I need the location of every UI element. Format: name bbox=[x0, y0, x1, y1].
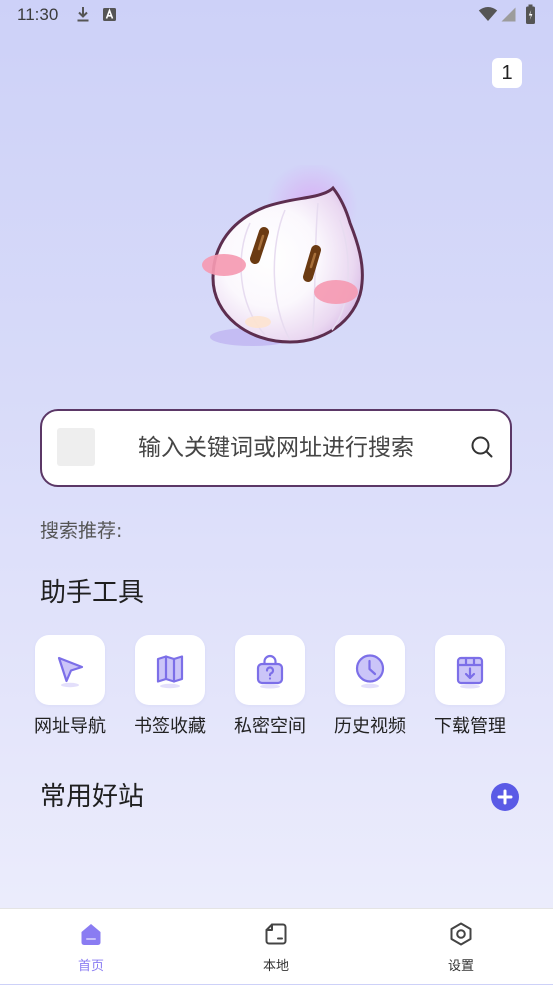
tool-download-manager[interactable]: 下载管理 bbox=[420, 635, 520, 741]
bookmark-map-icon bbox=[156, 655, 184, 689]
tool-card[interactable] bbox=[435, 635, 505, 705]
tab-count-button[interactable]: 1 bbox=[492, 58, 522, 88]
plus-circle-icon bbox=[497, 789, 513, 805]
battery-icon bbox=[526, 4, 535, 24]
favorites-section-title: 常用好站 bbox=[40, 782, 145, 812]
tool-label: 私密空间 bbox=[234, 716, 306, 737]
private-bag-icon bbox=[256, 654, 284, 689]
settings-icon bbox=[450, 922, 472, 946]
status-time: 11:30 bbox=[17, 5, 59, 24]
download-icon bbox=[77, 7, 89, 22]
search-icon[interactable] bbox=[470, 435, 494, 459]
tool-card[interactable] bbox=[35, 635, 105, 705]
status-bar: 11:30 bbox=[0, 0, 553, 30]
tool-card[interactable] bbox=[235, 635, 305, 705]
tool-private-space[interactable]: 私密空间 bbox=[220, 635, 320, 741]
nav-label: 首页 bbox=[77, 959, 104, 974]
onion-mascot-icon bbox=[202, 165, 364, 346]
tool-card[interactable] bbox=[335, 635, 405, 705]
signal-icon bbox=[501, 7, 516, 22]
clock-icon bbox=[355, 654, 385, 689]
a-notification-icon bbox=[103, 8, 116, 21]
add-site-button[interactable] bbox=[491, 783, 519, 811]
search-engine-logo[interactable] bbox=[57, 428, 95, 466]
tools-section-title: 助手工具 bbox=[40, 578, 145, 608]
tool-label: 下载管理 bbox=[434, 716, 506, 737]
nav-label: 设置 bbox=[447, 959, 474, 974]
wifi-icon bbox=[478, 7, 498, 21]
nav-item-settings[interactable]: 设置 bbox=[401, 909, 521, 985]
search-input[interactable] bbox=[110, 411, 442, 484]
nav-item-home[interactable]: 首页 bbox=[31, 909, 151, 985]
download-box-icon bbox=[456, 656, 484, 689]
tool-label: 网址导航 bbox=[34, 716, 106, 737]
tool-url-navigation[interactable]: 网址导航 bbox=[20, 635, 120, 741]
tool-label: 书签收藏 bbox=[134, 716, 206, 737]
nav-item-local[interactable]: 本地 bbox=[216, 909, 336, 985]
search-box[interactable] bbox=[40, 409, 512, 487]
bottom-nav: 首页 本地 设置 bbox=[0, 908, 553, 984]
tool-bookmarks[interactable]: 书签收藏 bbox=[120, 635, 220, 741]
folder-icon bbox=[265, 923, 287, 945]
navigation-arrow-icon bbox=[57, 656, 84, 688]
tool-history-video[interactable]: 历史视频 bbox=[320, 635, 420, 741]
home-icon bbox=[81, 924, 101, 945]
tool-card[interactable] bbox=[135, 635, 205, 705]
nav-label: 本地 bbox=[262, 959, 289, 974]
tool-label: 历史视频 bbox=[334, 716, 406, 737]
search-recommend-label: 搜索推荐: bbox=[40, 520, 123, 542]
